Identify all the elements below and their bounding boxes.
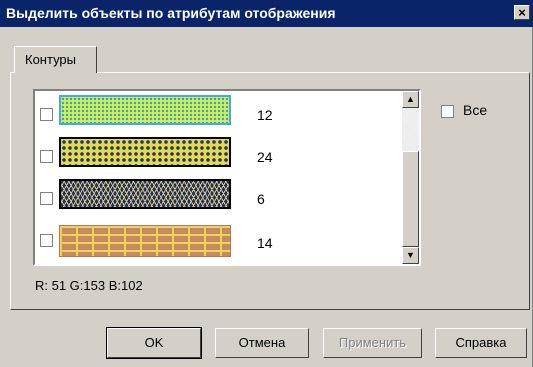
help-button-label: Справка — [455, 335, 507, 350]
dialog-title: Выделить объекты по атрибутам отображени… — [6, 5, 336, 21]
item-checkbox[interactable] — [40, 192, 53, 205]
cancel-button[interactable]: Отмена — [215, 328, 309, 358]
scroll-down-arrow-icon[interactable]: ▼ — [402, 247, 419, 264]
scroll-thumb[interactable] — [402, 151, 419, 247]
pattern-swatch — [59, 225, 231, 257]
close-icon: × — [518, 5, 526, 20]
item-checkbox[interactable] — [40, 108, 53, 121]
ok-button[interactable]: OK — [106, 327, 202, 359]
pattern-swatch — [59, 179, 231, 209]
title-bar: Выделить объекты по атрибутам отображени… — [0, 0, 533, 27]
color-readout: R: 51 G:153 B:102 — [35, 278, 143, 293]
select-all-label: Все — [463, 102, 488, 118]
tab-contours[interactable]: Контуры — [14, 46, 97, 73]
item-checkbox[interactable] — [40, 234, 53, 247]
list-item[interactable]: 6 — [35, 179, 401, 219]
pattern-swatch — [59, 137, 231, 167]
list-scrollbar[interactable]: ▲ ▼ — [402, 91, 419, 264]
item-count: 24 — [257, 149, 273, 165]
ok-button-label: OK — [144, 335, 164, 350]
item-count: 12 — [257, 107, 273, 123]
apply-button[interactable]: Применить — [323, 328, 422, 358]
scroll-up-arrow-icon[interactable]: ▲ — [402, 91, 419, 108]
help-button[interactable]: Справка — [435, 328, 527, 358]
pattern-list[interactable]: 12 24 6 14 ▲ ▼ — [33, 89, 421, 266]
item-checkbox[interactable] — [40, 150, 53, 163]
list-item[interactable]: 14 — [35, 221, 401, 261]
pattern-swatch — [59, 95, 231, 125]
dialog-window: Выделить объекты по атрибутам отображени… — [0, 0, 533, 367]
item-count: 14 — [257, 235, 273, 251]
cancel-button-label: Отмена — [238, 335, 286, 350]
apply-button-label: Применить — [338, 335, 407, 350]
select-all-checkbox[interactable] — [441, 105, 454, 118]
list-item[interactable]: 24 — [35, 137, 401, 177]
tab-contours-label: Контуры — [25, 52, 77, 67]
list-item[interactable]: 12 — [35, 95, 401, 135]
item-count: 6 — [257, 191, 265, 207]
close-button[interactable]: × — [514, 5, 530, 20]
